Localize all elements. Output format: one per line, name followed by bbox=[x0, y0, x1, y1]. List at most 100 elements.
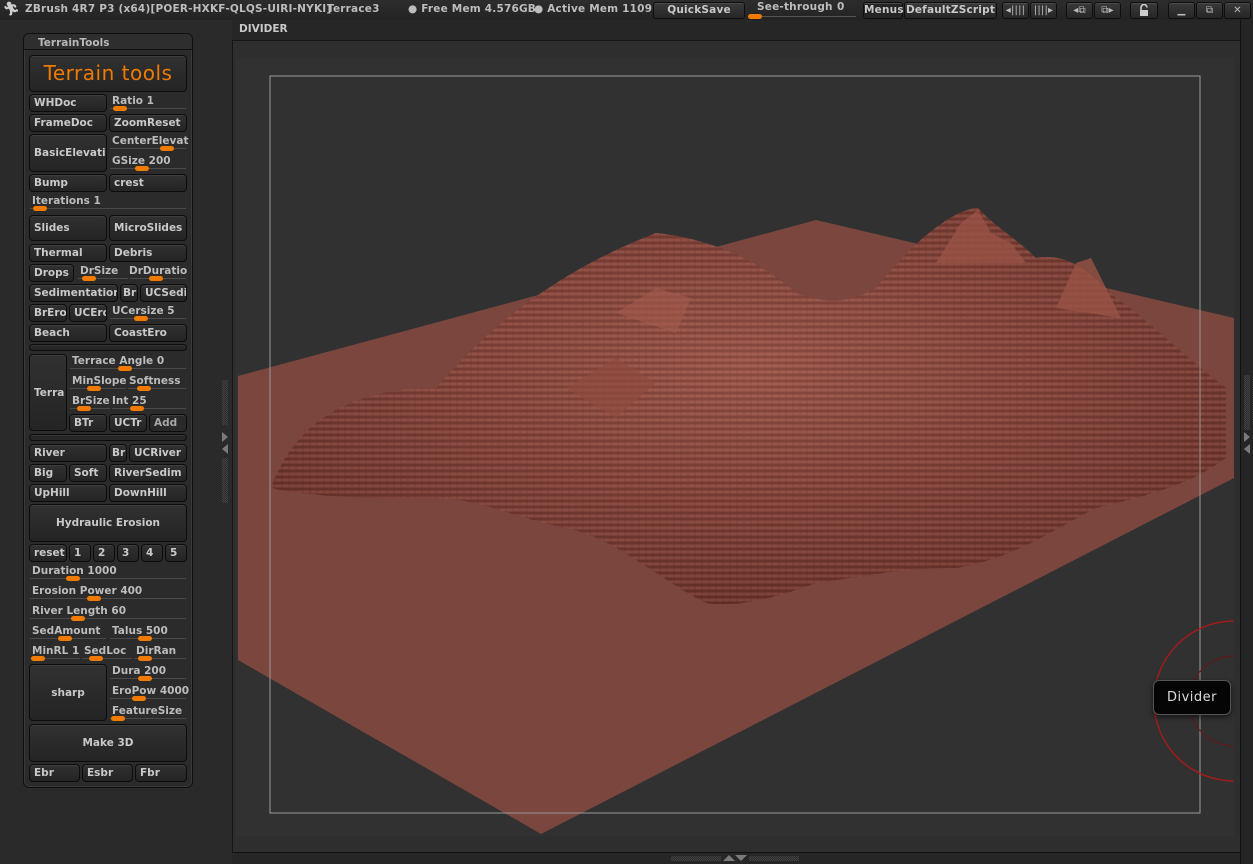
left-tray-handle[interactable] bbox=[222, 380, 228, 425]
erosion-power-slider-knob[interactable] bbox=[86, 596, 101, 601]
terrain-viewport[interactable] bbox=[236, 58, 1234, 836]
sedloc-slider-knob[interactable] bbox=[89, 656, 104, 661]
ucersize-slider[interactable] bbox=[110, 318, 186, 319]
preset-2-button[interactable]: 2 bbox=[93, 544, 115, 562]
lock-icon[interactable] bbox=[1130, 2, 1158, 19]
river-button[interactable]: River bbox=[29, 444, 107, 462]
ucersize-slider-knob[interactable] bbox=[133, 316, 148, 321]
make-3d-button[interactable]: Make 3D bbox=[29, 724, 187, 762]
int-slider-knob[interactable] bbox=[130, 406, 144, 411]
ratio-slider-knob[interactable] bbox=[113, 106, 128, 111]
scroll-left-icon[interactable]: ◂|||| bbox=[1002, 2, 1029, 19]
right-tray-collapse-icon[interactable] bbox=[1244, 444, 1250, 454]
softness-slider-knob[interactable] bbox=[136, 386, 151, 391]
debris-button[interactable]: Debris bbox=[109, 244, 187, 262]
duration-slider-knob[interactable] bbox=[65, 576, 80, 581]
crest-button[interactable]: crest bbox=[109, 174, 187, 192]
section-divider[interactable] bbox=[29, 434, 187, 441]
quicksave-button[interactable]: QuickSave bbox=[653, 2, 745, 19]
brsize-slider-knob[interactable] bbox=[76, 406, 91, 411]
btr-button[interactable]: BTr bbox=[69, 414, 107, 432]
coastero-button[interactable]: CoastEro bbox=[109, 324, 187, 342]
river-length-slider[interactable] bbox=[30, 618, 186, 619]
eropow-slider-knob[interactable] bbox=[131, 696, 146, 701]
section-divider[interactable] bbox=[29, 344, 187, 351]
thermal-button[interactable]: Thermal bbox=[29, 244, 107, 262]
default-zscript-button[interactable]: DefaultZScript bbox=[904, 2, 997, 19]
drsize-slider-knob[interactable] bbox=[81, 276, 96, 281]
see-through-slider[interactable] bbox=[748, 16, 856, 17]
bottom-tray-handle-left[interactable] bbox=[671, 856, 721, 861]
preset-1-button[interactable]: 1 bbox=[69, 544, 91, 562]
ucsedi-button[interactable]: UCSedi bbox=[140, 284, 187, 302]
fbr-button[interactable]: Fbr bbox=[135, 764, 187, 782]
ucriver-button[interactable]: UCRiver bbox=[129, 444, 187, 462]
minrl-slider-knob[interactable] bbox=[30, 656, 45, 661]
int-slider[interactable] bbox=[112, 408, 186, 409]
uctr-button[interactable]: UCTr bbox=[109, 414, 147, 432]
soft-button[interactable]: Soft bbox=[69, 464, 107, 482]
terrain-tools-header-button[interactable]: Terrain tools bbox=[29, 55, 187, 92]
bottom-tray-down-icon[interactable] bbox=[735, 855, 747, 861]
riversedim-button[interactable]: RiverSedim bbox=[109, 464, 187, 482]
left-tray-handle-lower[interactable] bbox=[222, 458, 228, 503]
talus-slider-knob[interactable] bbox=[137, 636, 152, 641]
close-icon[interactable]: ✕ bbox=[1224, 2, 1251, 19]
big-button[interactable]: Big bbox=[29, 464, 67, 482]
preset-3-button[interactable]: 3 bbox=[117, 544, 139, 562]
drduration-slider-knob[interactable] bbox=[148, 276, 163, 281]
beach-button[interactable]: Beach bbox=[29, 324, 107, 342]
scroll-right-icon[interactable]: ||||▸ bbox=[1030, 2, 1057, 19]
ebr-button[interactable]: Ebr bbox=[29, 764, 80, 782]
river-brush-button[interactable]: Br bbox=[109, 444, 127, 462]
terrace-angle-slider-knob[interactable] bbox=[117, 366, 132, 371]
whdoc-button[interactable]: WHDoc bbox=[29, 94, 107, 112]
iterations-slider[interactable] bbox=[30, 208, 186, 209]
tray-collapse-icon[interactable] bbox=[222, 444, 228, 454]
esbr-button[interactable]: Esbr bbox=[82, 764, 133, 782]
minslope-slider-knob[interactable] bbox=[86, 386, 101, 391]
sharp-button[interactable]: sharp bbox=[29, 664, 107, 721]
iterations-slider-knob[interactable] bbox=[32, 206, 47, 211]
bump-button[interactable]: Bump bbox=[29, 174, 107, 192]
layout-prev-icon[interactable]: ◂⧉ bbox=[1066, 2, 1093, 19]
erosion-power-slider[interactable] bbox=[30, 598, 186, 599]
uphill-button[interactable]: UpHill bbox=[29, 484, 107, 502]
preset-5-button[interactable]: 5 bbox=[165, 544, 187, 562]
ucero-button[interactable]: UCEro bbox=[69, 304, 107, 322]
river-length-slider-knob[interactable] bbox=[71, 616, 86, 621]
right-tray-handle[interactable] bbox=[1244, 375, 1250, 430]
microslides-button[interactable]: MicroSlides bbox=[109, 215, 187, 241]
terra-button[interactable]: Terra bbox=[29, 354, 67, 431]
brero-button[interactable]: BrEro bbox=[29, 304, 67, 322]
restore-icon[interactable]: ⧉ bbox=[1196, 2, 1223, 19]
document-canvas[interactable] bbox=[236, 58, 1234, 836]
sedimentation-brush-button[interactable]: Br bbox=[120, 284, 138, 302]
framedoc-button[interactable]: FrameDoc bbox=[29, 114, 107, 132]
sedimentation-button[interactable]: Sedimentation bbox=[29, 284, 118, 302]
minimize-icon[interactable]: ▁ bbox=[1168, 2, 1195, 19]
centerelevat-slider-knob[interactable] bbox=[159, 146, 174, 151]
layout-next-icon[interactable]: ⧉▸ bbox=[1094, 2, 1121, 19]
right-tray-expand-icon[interactable] bbox=[1244, 432, 1250, 442]
gsize-slider-knob[interactable] bbox=[134, 166, 149, 171]
centerelevat-slider[interactable] bbox=[110, 148, 186, 149]
reset-button[interactable]: reset bbox=[29, 544, 67, 562]
drops-button[interactable]: Drops bbox=[29, 264, 74, 282]
dirran-slider-knob[interactable] bbox=[137, 656, 152, 661]
dura-slider-knob[interactable] bbox=[137, 676, 152, 681]
hydraulic-erosion-button[interactable]: Hydraulic Erosion bbox=[29, 504, 187, 542]
bottom-tray-up-icon[interactable] bbox=[723, 855, 735, 861]
menus-button[interactable]: Menus bbox=[863, 2, 904, 19]
add-button[interactable]: Add bbox=[149, 414, 187, 432]
sedamount-slider-knob[interactable] bbox=[57, 636, 72, 641]
downhill-button[interactable]: DownHill bbox=[109, 484, 187, 502]
bottom-tray-handle-right[interactable] bbox=[749, 856, 799, 861]
tray-expand-icon[interactable] bbox=[222, 432, 228, 442]
duration-slider[interactable] bbox=[30, 578, 186, 579]
basic-elevation-button[interactable]: BasicElevatio bbox=[29, 134, 107, 172]
zoomreset-button[interactable]: ZoomReset bbox=[109, 114, 187, 132]
featuresize-slider-knob[interactable] bbox=[111, 716, 126, 721]
preset-4-button[interactable]: 4 bbox=[141, 544, 163, 562]
see-through-slider-knob[interactable] bbox=[748, 14, 762, 19]
